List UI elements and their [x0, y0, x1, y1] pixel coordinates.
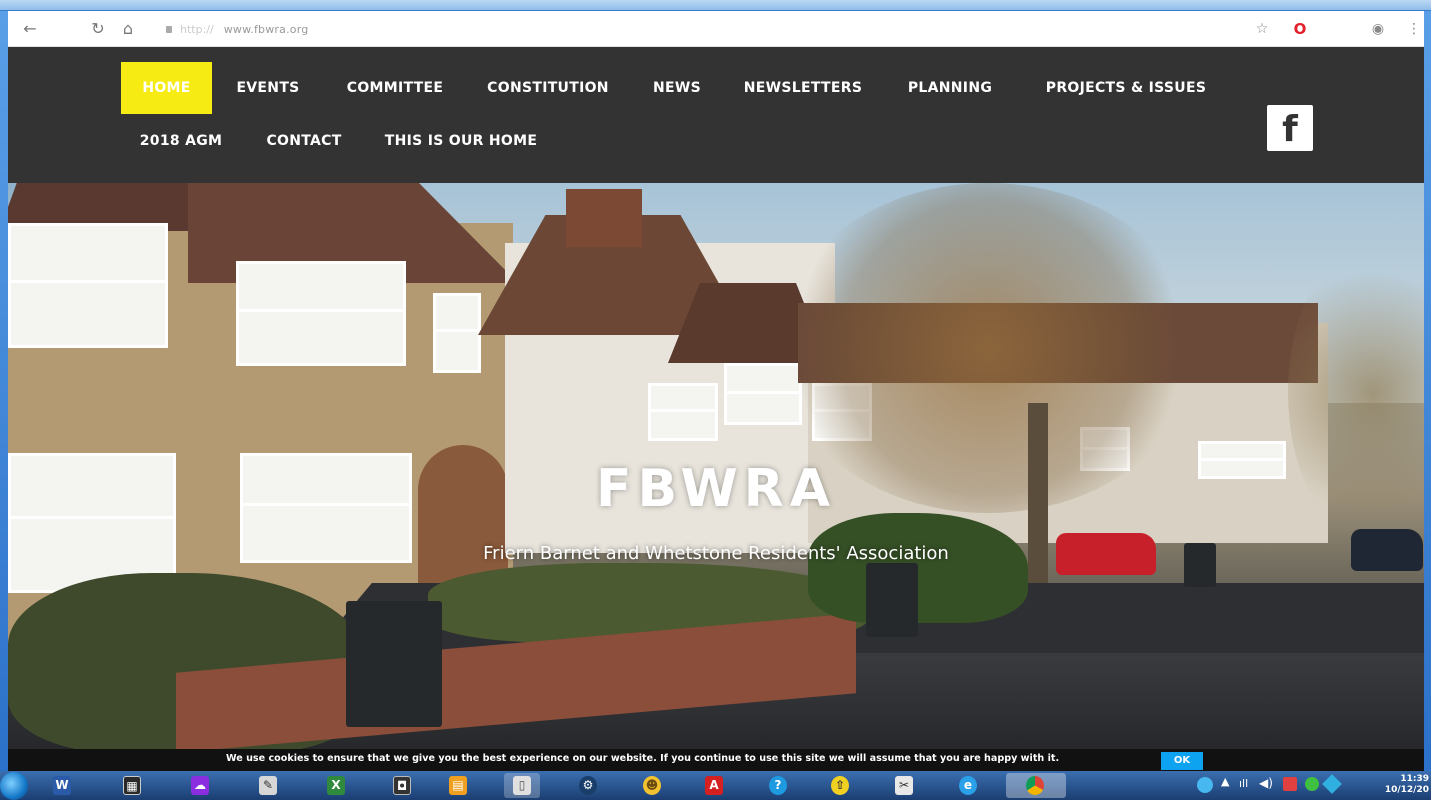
taskbar-acrobat[interactable]: A — [696, 773, 732, 798]
taskbar: W ▦ ☁ ✎ X ◘ ▤ ▯ ⚙ ☻ A ? ⇧ ✂ e ▲ ıll ◀) 1… — [0, 771, 1431, 800]
hero-wheelie-bin — [346, 601, 442, 727]
menu-item-news[interactable]: NEWS — [642, 62, 712, 114]
hero-window — [236, 261, 406, 366]
main-menu: HOME EVENTS COMMITTEE CONSTITUTION NEWS … — [8, 47, 1424, 183]
taskbar-clock[interactable]: 11:39 10/12/20 — [1385, 774, 1429, 796]
menu-item-contact[interactable]: CONTACT — [256, 115, 352, 167]
account-icon[interactable]: ◉ — [1368, 19, 1388, 39]
tray-network-globe-icon[interactable] — [1197, 777, 1213, 793]
site-info-icon[interactable] — [166, 25, 172, 33]
hero-wheelie-bin — [866, 563, 918, 637]
paint-icon: ✎ — [259, 776, 277, 795]
back-arrow-icon[interactable]: ← — [20, 19, 40, 39]
taskbar-chrome[interactable] — [1006, 773, 1066, 798]
acrobat-icon: A — [705, 776, 723, 795]
menu-item-events[interactable]: EVENTS — [223, 62, 313, 114]
help-icon: ? — [769, 776, 787, 795]
steam-icon: ⚙ — [579, 776, 597, 795]
browser-window: ← ↻ ⌂ http:// www.fbwra.org ☆ O ◉ ⋮ HOME… — [8, 11, 1424, 754]
cookie-ok-button[interactable]: OK — [1161, 752, 1203, 770]
taskbar-notes[interactable]: ▯ — [504, 773, 540, 798]
url-host: www.fbwra.org — [223, 22, 309, 36]
cookie-banner: We use cookies to ensure that we give yo… — [8, 749, 1424, 771]
hero-hedge — [808, 513, 1028, 623]
chrome-icon — [1026, 776, 1044, 795]
hero-title: FBWRA — [596, 459, 836, 519]
taskbar-help[interactable]: ? — [760, 773, 796, 798]
excel-icon: X — [327, 776, 345, 795]
notes-icon: ▯ — [513, 776, 531, 795]
tray-diamond-icon[interactable] — [1322, 774, 1342, 794]
facebook-icon: f — [1282, 109, 1298, 150]
cloud-icon: ☁ — [191, 776, 209, 795]
tray-volume-icon[interactable]: ◀) — [1259, 776, 1273, 790]
facebook-link[interactable]: f — [1267, 105, 1313, 151]
hero-chimney — [566, 189, 642, 247]
app-icon: ◘ — [393, 776, 411, 795]
calculator-icon: ▦ — [123, 776, 141, 795]
hero-window — [433, 293, 481, 373]
menu-item-home[interactable]: HOME — [121, 62, 212, 114]
menu-item-committee[interactable]: COMMITTEE — [330, 62, 460, 114]
hero-image: FBWRA Friern Barnet and Whetstone Reside… — [8, 183, 1424, 754]
tray-signal-icon[interactable]: ıll — [1239, 777, 1248, 790]
address-bar: ← ↻ ⌂ http:// www.fbwra.org ☆ O ◉ ⋮ — [8, 11, 1424, 47]
reload-icon[interactable]: ↻ — [88, 19, 108, 39]
taskbar-calculator[interactable]: ▦ — [114, 773, 150, 798]
updater-icon: ⇧ — [831, 776, 849, 795]
taskbar-bear[interactable]: ☻ — [634, 773, 670, 798]
tray-app-icon[interactable] — [1283, 777, 1297, 791]
taskbar-cloud[interactable]: ☁ — [182, 773, 218, 798]
url-protocol: http:// — [180, 22, 214, 36]
menu-item-2018-agm[interactable]: 2018 AGM — [130, 115, 232, 167]
opera-extension-icon[interactable]: O — [1290, 19, 1310, 39]
menu-dots-icon[interactable]: ⋮ — [1404, 19, 1424, 39]
taskbar-app[interactable]: ◘ — [384, 773, 420, 798]
menu-item-constitution[interactable]: CONSTITUTION — [474, 62, 622, 114]
taskbar-updater[interactable]: ⇧ — [822, 773, 858, 798]
hero-window — [8, 223, 168, 348]
tray-sync-icon[interactable] — [1305, 777, 1319, 791]
taskbar-word[interactable]: W — [44, 773, 80, 798]
taskbar-paint[interactable]: ✎ — [250, 773, 286, 798]
tray-expand-icon[interactable]: ▲ — [1221, 775, 1229, 788]
window-titlebar — [0, 0, 1431, 11]
taskbar-gallery[interactable]: ▤ — [440, 773, 476, 798]
hero-window — [648, 383, 718, 441]
taskbar-snipping[interactable]: ✂ — [886, 773, 922, 798]
site-header: HOME EVENTS COMMITTEE CONSTITUTION NEWS … — [8, 47, 1424, 183]
gallery-icon: ▤ — [449, 776, 467, 795]
snipping-icon: ✂ — [895, 776, 913, 795]
home-icon[interactable]: ⌂ — [118, 19, 138, 39]
menu-item-planning[interactable]: PLANNING — [897, 62, 1003, 114]
url-field[interactable]: http:// www.fbwra.org — [166, 20, 308, 38]
bear-icon: ☻ — [643, 776, 661, 795]
word-icon: W — [53, 776, 71, 795]
taskbar-ie[interactable]: e — [950, 773, 986, 798]
clock-time: 11:39 — [1400, 774, 1429, 784]
taskbar-steam[interactable]: ⚙ — [570, 773, 606, 798]
internet-explorer-icon: e — [959, 776, 977, 795]
clock-date: 10/12/20 — [1384, 785, 1429, 795]
cookie-message: We use cookies to ensure that we give yo… — [226, 753, 1060, 764]
start-button[interactable] — [0, 772, 28, 800]
hero-subtitle: Friern Barnet and Whetstone Residents' A… — [483, 543, 949, 564]
taskbar-excel[interactable]: X — [318, 773, 354, 798]
menu-item-newsletters[interactable]: NEWSLETTERS — [734, 62, 872, 114]
bookmark-star-icon[interactable]: ☆ — [1252, 19, 1272, 39]
menu-item-projects-issues[interactable]: PROJECTS & ISSUES — [1026, 62, 1226, 114]
menu-item-this-is-our-home[interactable]: THIS IS OUR HOME — [374, 115, 548, 167]
system-tray: ▲ ıll ◀) 11:39 10/12/20 — [1197, 771, 1431, 800]
